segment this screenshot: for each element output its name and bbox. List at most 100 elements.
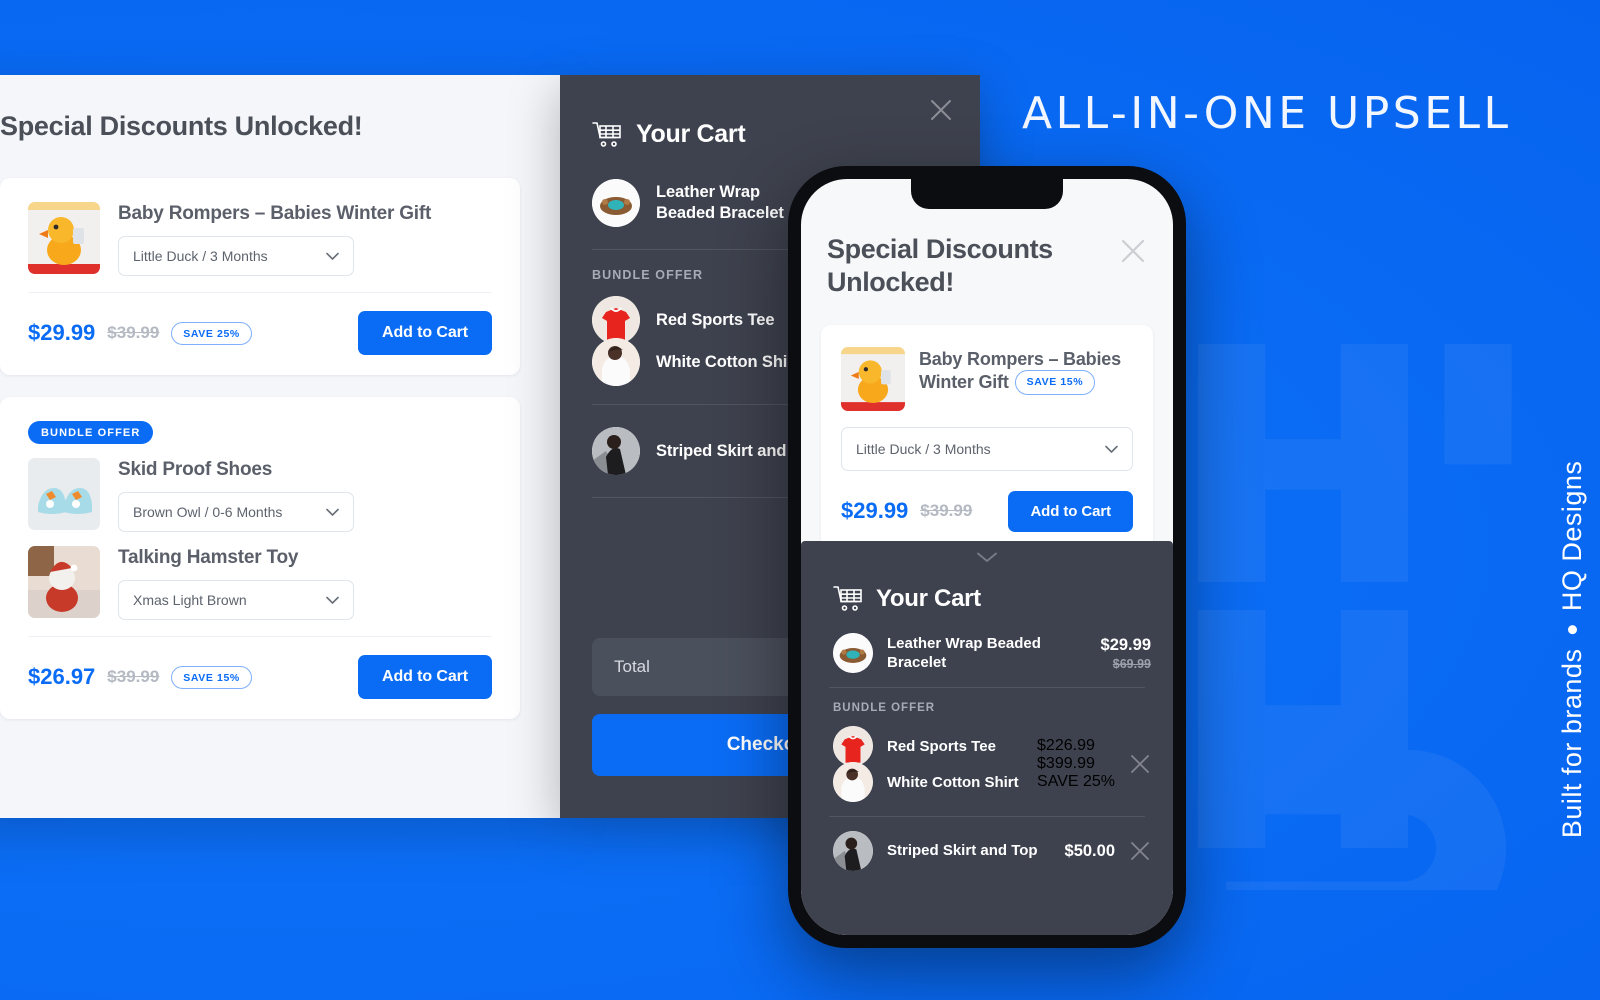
price-row: $29.99 $39.99 SAVE 25% Add to Cart [28, 311, 492, 355]
divider [829, 687, 1145, 688]
price-row: $26.97 $39.99 SAVE 15% Add to Cart [28, 655, 492, 699]
cart-item-name: Striped Skirt and Top [887, 842, 1038, 860]
product-name: Skid Proof Shoes [118, 459, 273, 480]
product-row: Baby Rompers – Babies Winter Gift Little… [28, 202, 492, 276]
variant-select-baby-romper[interactable]: Little Duck / 3 Months [841, 426, 1133, 471]
price-current: $29.99 [1100, 635, 1151, 654]
price-row: $29.99 $39.99 Add to Cart [841, 490, 1133, 532]
cart-item-row[interactable]: Striped Skirt and Top $50.00 [801, 831, 1173, 871]
price-original: $39.99 [920, 501, 973, 521]
phone-screen: Special Discounts Unlocked! Baby Rompers… [801, 179, 1173, 935]
cart-item-name: Leather Wrap Beaded Bracelet [887, 634, 1041, 672]
product-avatar-red-tee [592, 296, 640, 344]
product-name: Baby Rompers – Babies Winter Gift [118, 203, 432, 224]
product-avatar-white-shirt [833, 762, 873, 802]
variant-value: Little Duck / 3 Months [856, 440, 991, 457]
chevron-down-icon[interactable] [801, 541, 1173, 563]
product-row: Talking Hamster Toy Xmas Light Brown [28, 546, 492, 620]
cart-bundle-price: $226.99 $399.99 SAVE 25% [1037, 737, 1115, 791]
cart-item-price: $29.99 $69.99 [1101, 636, 1151, 671]
chevron-down-icon [326, 252, 339, 260]
phone-cart-header: Your Cart [801, 563, 1173, 613]
cart-item-row: White Cotton Shirt [833, 762, 1023, 802]
cart-item-name: White Cotton Shirt [887, 773, 1019, 791]
add-to-cart-button[interactable]: Add to Cart [357, 655, 492, 699]
cart-header: Your Cart [560, 75, 980, 149]
price-original: $399.99 [1037, 755, 1095, 772]
page-headline: ALL-IN-ONE UPSELL [1022, 88, 1512, 139]
divider [28, 292, 492, 293]
desktop-offer-header: Special Discounts Unlocked! [0, 75, 560, 178]
chevron-down-icon [1105, 445, 1118, 453]
phone-cart-items: Leather Wrap Beaded Bracelet $29.99 $69.… [801, 633, 1173, 871]
cart-item-name: Red Sports Tee [656, 310, 775, 329]
variant-select-skid-proof-shoes[interactable]: Brown Owl / 0-6 Months [118, 492, 354, 532]
remove-item-icon[interactable] [1129, 840, 1151, 862]
save-badge: SAVE 15% [1014, 370, 1096, 395]
price-current: $226.99 [1037, 737, 1095, 754]
add-to-cart-button[interactable]: Add to Cart [1008, 490, 1133, 532]
cart-item-name: Red Sports Tee [887, 737, 996, 755]
product-thumbnail-talking-hamster [28, 546, 100, 618]
cart-item-name: Leather Wrap Beaded Bracelet [656, 183, 784, 222]
cart-item-price: $50.00 [1065, 842, 1115, 861]
shopping-cart-icon [833, 585, 863, 613]
divider [829, 816, 1145, 817]
phone-offer-card: Baby Rompers – Babies Winter Gift SAVE 15… [821, 324, 1153, 554]
bundle-offer-label: BUNDLE OFFER [833, 702, 936, 714]
product-avatar-red-tee [833, 726, 873, 766]
product-name: Talking Hamster Toy [118, 547, 299, 568]
save-badge: SAVE 15% [171, 665, 252, 689]
phone-cart-sheet: Your Cart Leather Wrap Beaded Bracelet $… [801, 541, 1173, 935]
phone-page-title: Special Discounts Unlocked! [827, 234, 1053, 297]
phone-notch [911, 179, 1063, 209]
price-current: $29.99 [28, 320, 96, 345]
price-original: $39.99 [107, 323, 160, 342]
add-to-cart-button[interactable]: Add to Cart [357, 311, 492, 355]
product-avatar-striped-skirt [592, 427, 640, 475]
close-icon[interactable] [928, 97, 954, 123]
price-current: $50.00 [1064, 841, 1115, 860]
cart-item-row[interactable]: Leather Wrap Beaded Bracelet $29.99 $69.… [801, 633, 1173, 673]
phone-cart-title: Your Cart [876, 585, 981, 612]
vertical-tagline: Built for brands HQ Designs [1550, 370, 1594, 930]
price-original: $69.99 [1112, 656, 1151, 671]
product-name-with-badge: Baby Rompers – Babies Winter Gift SAVE 15… [919, 348, 1133, 395]
product-avatar-beaded-bracelet [833, 633, 873, 673]
close-icon[interactable] [1119, 237, 1147, 265]
desktop-offer-panel: Special Discounts Unlocked! Baby Rompers… [0, 75, 560, 818]
phone-mockup: Special Discounts Unlocked! Baby Rompers… [788, 166, 1186, 948]
product-thumbnail-baby-romper [28, 202, 100, 274]
variant-select-talking-hamster[interactable]: Xmas Light Brown [118, 580, 354, 620]
product-row: Baby Rompers – Babies Winter Gift SAVE 15… [841, 346, 1133, 411]
cart-item-row: Red Sports Tee [833, 726, 1023, 766]
variant-value: Little Duck / 3 Months [133, 248, 268, 264]
cart-title: Your Cart [636, 120, 746, 148]
cart-bundle-row[interactable]: Red Sports Tee White Cotton Shirt $226.9… [801, 726, 1173, 802]
save-badge: SAVE 25% [171, 321, 252, 345]
bullet-dot-icon [1567, 625, 1577, 635]
save-badge: SAVE 25% [1037, 773, 1115, 790]
variant-value: Brown Owl / 0-6 Months [133, 504, 283, 520]
price-current: $26.97 [28, 664, 96, 689]
variant-select-baby-romper[interactable]: Little Duck / 3 Months [118, 236, 354, 276]
remove-item-icon[interactable] [1129, 753, 1151, 775]
divider [28, 636, 492, 637]
product-details: Talking Hamster Toy Xmas Light Brown [118, 546, 492, 620]
hq-watermark-logo [1170, 330, 1590, 890]
product-avatar-beaded-bracelet [592, 179, 640, 227]
tagline-built-for-brands: Built for brands [1556, 648, 1587, 839]
product-thumbnail-skid-proof-shoes [28, 458, 100, 530]
offer-card: Baby Rompers – Babies Winter Gift Little… [0, 178, 520, 375]
cart-total-label: Total [614, 657, 650, 676]
cart-item-name: White Cotton Shirt [656, 352, 800, 371]
shopping-cart-icon [592, 121, 622, 149]
variant-value: Xmas Light Brown [133, 592, 247, 608]
price-current: $29.99 [841, 498, 909, 524]
product-avatar-striped-skirt [833, 831, 873, 871]
chevron-down-icon [326, 508, 339, 516]
bundle-offer-badge: BUNDLE OFFER [28, 421, 154, 444]
offer-card-bundle: BUNDLE OFFER Skid Proof Shoes Brown Owl … [0, 397, 520, 719]
cart-bundle-names: Red Sports Tee White Cotton Shirt [833, 726, 1023, 802]
chevron-down-icon [326, 596, 339, 604]
